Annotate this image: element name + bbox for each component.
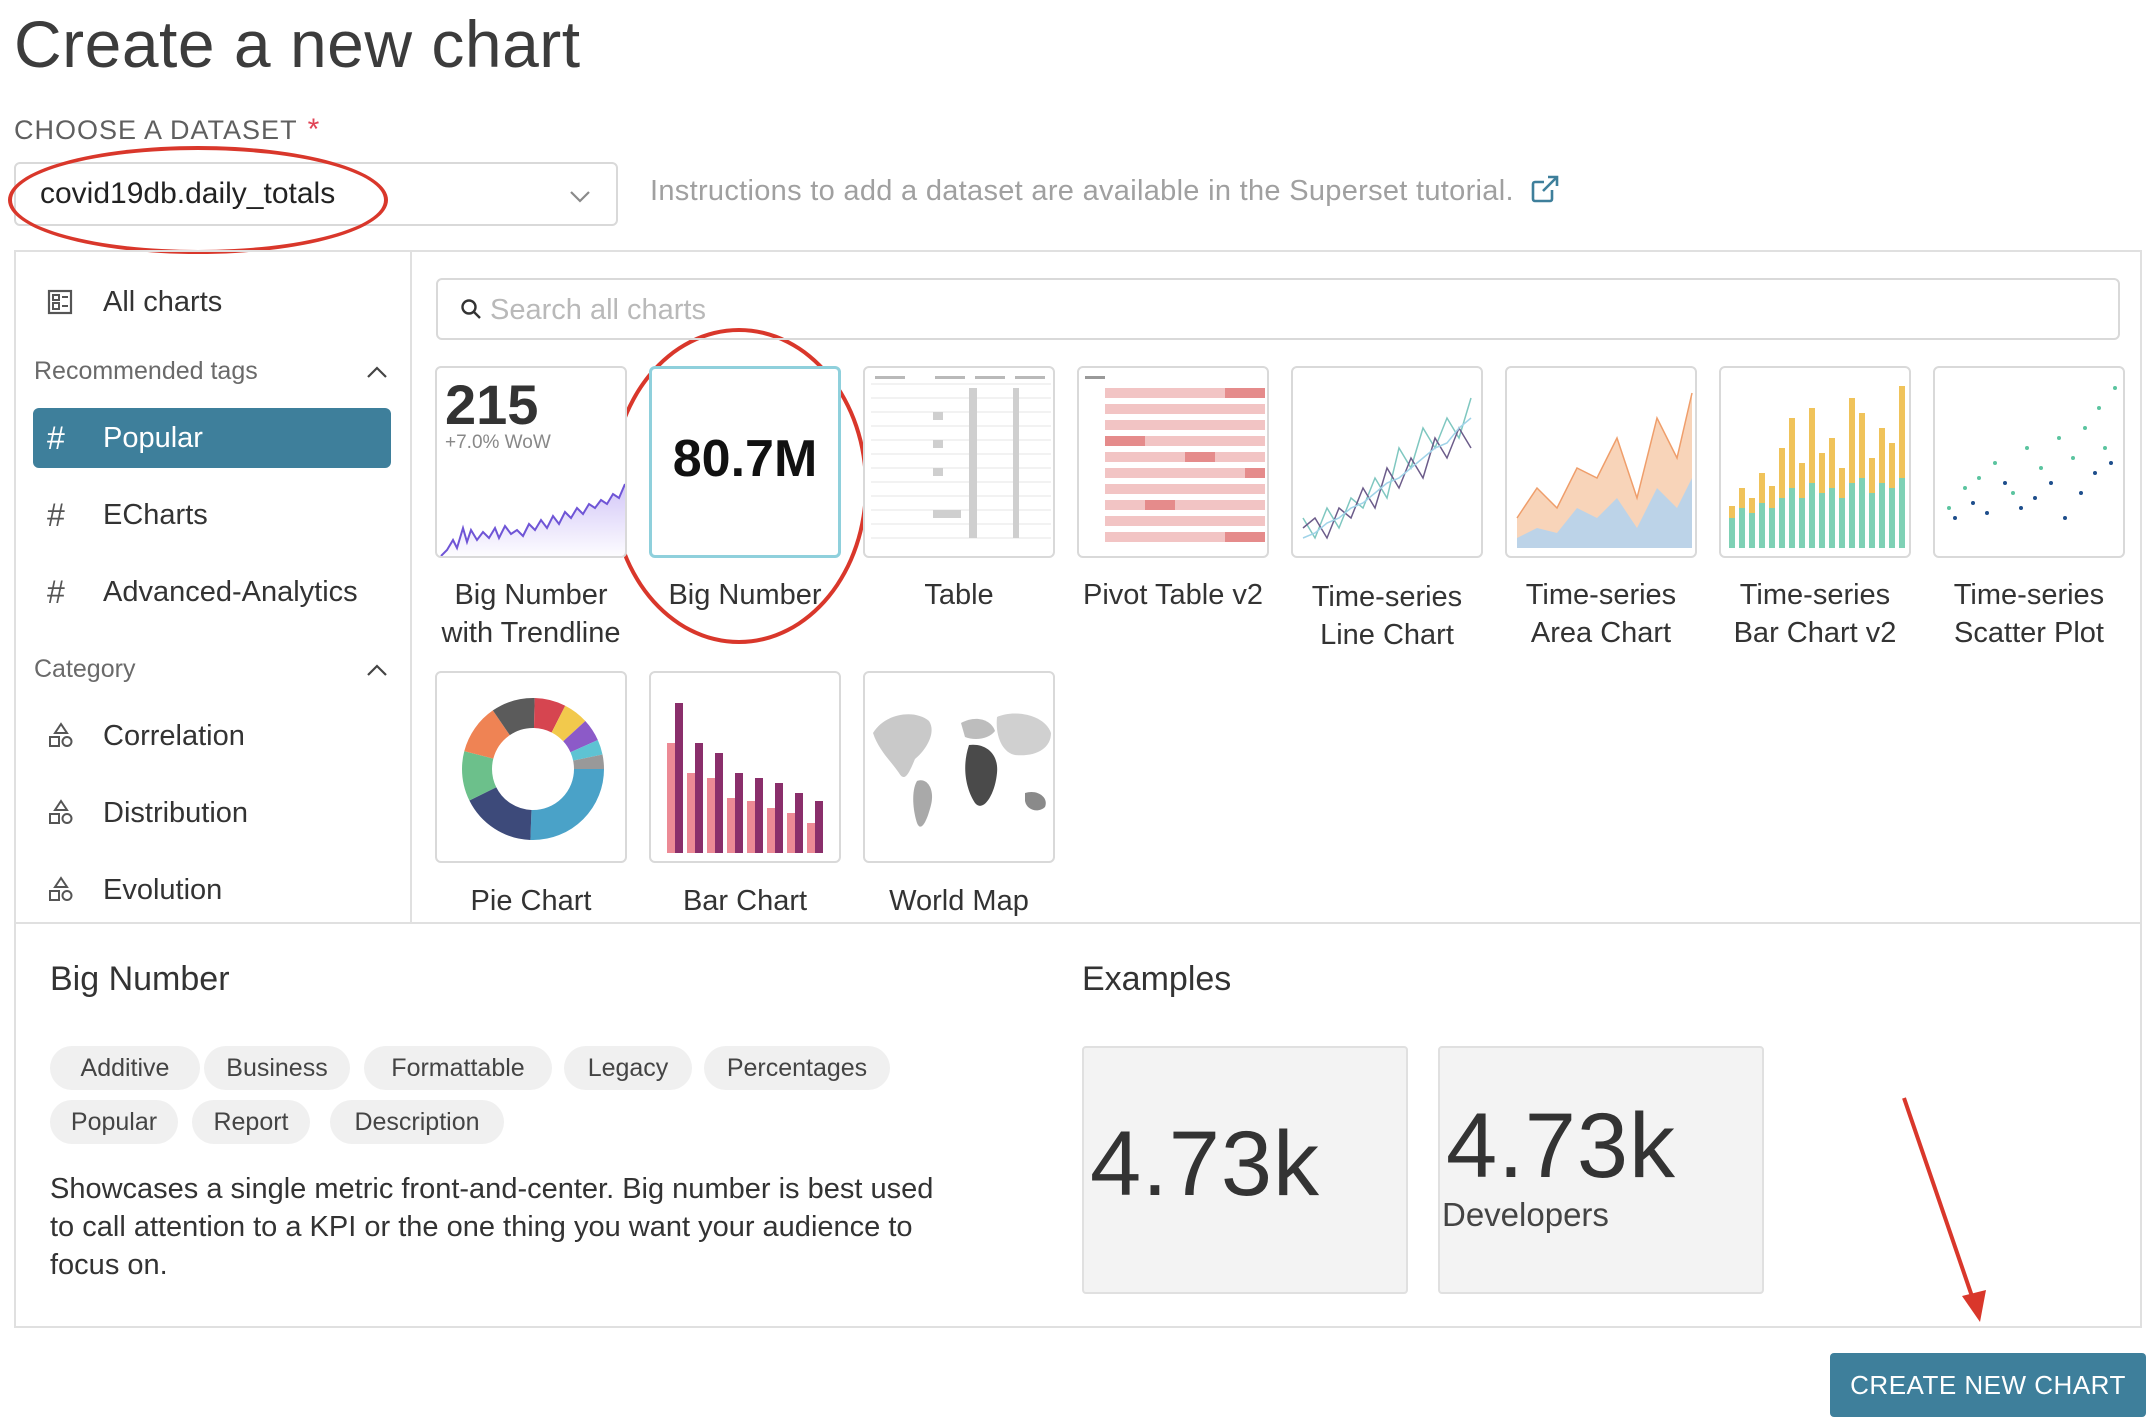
bar-v2-thumbnail [1729, 386, 1905, 548]
chart-name: Bar Chart [682, 885, 808, 917]
tag-chip: Description [330, 1100, 504, 1144]
dataset-select-value: covid19db.daily_totals [40, 177, 336, 210]
chart-name: Table [924, 579, 994, 611]
sidebar-item-distribution[interactable]: Distribution [33, 783, 391, 843]
chart-description: Showcases a single metric front-and-cent… [50, 1173, 934, 1281]
shapes-icon [47, 876, 87, 904]
chart-name: World Map [889, 885, 1029, 917]
chart-tile-bar[interactable] [649, 671, 841, 863]
chart-sidebar: All charts Recommended tags # Popular # … [16, 252, 412, 924]
chart-name: Time-series Bar Chart v2 [1733, 579, 1897, 649]
dataset-label: CHOOSE A DATASET * [14, 113, 320, 147]
chart-gallery: All charts Recommended tags # Popular # … [14, 250, 2142, 924]
thumb-big-sub: +7.0% WoW [445, 432, 551, 453]
scatter-thumbnail [1947, 386, 2117, 520]
world-map-thumbnail [873, 713, 1051, 827]
tag-chip: Formattable [364, 1046, 552, 1090]
chart-tile-big-number-trendline[interactable]: 215 +7.0% WoW [435, 366, 627, 558]
dataset-instructions-text: Instructions to add a dataset are availa… [650, 175, 1514, 207]
chart-tile-world-map[interactable] [863, 671, 1055, 863]
chart-tile-time-series-bar[interactable] [1719, 366, 1911, 558]
tag-chip: Popular [50, 1100, 178, 1144]
thumb-big-value: 215 [445, 373, 539, 436]
sidebar-item-label: All charts [103, 285, 223, 318]
sidebar-item-label: Popular [103, 421, 203, 454]
recommended-tags-label: Recommended tags [34, 357, 258, 385]
required-mark: * [307, 113, 321, 146]
dashboard-icon [47, 289, 87, 315]
thumb-big-value: 80.7M [672, 430, 818, 488]
pivot-thumbnail [1085, 376, 1265, 542]
example-label: Developers [1442, 1196, 1609, 1233]
chart-tile-time-series-area[interactable] [1505, 366, 1697, 558]
examples-title: Examples [1082, 960, 1232, 998]
chart-tile-pivot-table[interactable] [1077, 366, 1269, 558]
tag-chip: Business [204, 1046, 350, 1090]
external-link-icon[interactable] [1530, 174, 1560, 204]
sidebar-item-evolution[interactable]: Evolution [33, 860, 391, 920]
tag-chip: Report [192, 1100, 310, 1144]
chart-name: Pivot Table v2 [1082, 579, 1264, 611]
chart-tile-time-series-scatter[interactable] [1933, 366, 2125, 558]
chart-tile-time-series-line[interactable] [1291, 366, 1483, 558]
hash-icon: # [47, 496, 65, 533]
tag-chip: Percentages [704, 1046, 890, 1090]
sidebar-item-all-charts[interactable]: All charts [33, 272, 391, 332]
line-thumbnail [1302, 397, 1472, 540]
dataset-instructions[interactable]: Instructions to add a dataset are availa… [650, 174, 1560, 208]
chart-name: Big Number [668, 579, 822, 611]
example-thumbnail[interactable]: 4.73k [1082, 1046, 1408, 1294]
pie-thumbnail [462, 698, 604, 840]
chart-details-panel: Big Number Additive Business Formattable… [14, 922, 2142, 1328]
category-header[interactable]: Category [34, 655, 390, 684]
tag-chip: Legacy [564, 1046, 692, 1090]
trendline-thumbnail [440, 483, 625, 556]
search-icon [461, 299, 481, 319]
category-label: Category [34, 655, 136, 683]
search-input[interactable] [490, 288, 1990, 332]
table-thumbnail [871, 376, 1051, 539]
tag-chip: Additive [50, 1046, 200, 1090]
sidebar-item-correlation[interactable]: Correlation [33, 706, 391, 766]
chart-tile-table[interactable] [863, 366, 1055, 558]
chart-tile-pie[interactable] [435, 671, 627, 863]
chart-name: Big Number with Trendline [441, 579, 621, 649]
sidebar-item-label: Evolution [103, 873, 223, 906]
create-new-chart-button[interactable]: CREATE NEW CHART [1830, 1353, 2146, 1417]
recommended-tags-header[interactable]: Recommended tags [34, 357, 390, 386]
area-thumbnail [1516, 392, 1693, 548]
chevron-up-icon[interactable] [364, 660, 390, 680]
example-thumbnail[interactable]: 4.73k Developers [1438, 1046, 1764, 1294]
sidebar-item-advanced-analytics[interactable]: # Advanced-Analytics [33, 562, 391, 622]
chart-name: Time-series Scatter Plot [1953, 579, 2105, 649]
chevron-down-icon [570, 191, 590, 203]
shapes-icon [47, 799, 87, 827]
hash-icon: # [47, 419, 65, 456]
dataset-label-text: CHOOSE A DATASET [14, 115, 298, 145]
sidebar-item-echarts[interactable]: # ECharts [33, 485, 391, 545]
sidebar-item-popular[interactable]: # Popular [33, 408, 391, 468]
chart-name: Time-series Area Chart [1525, 579, 1677, 649]
selected-chart-title: Big Number [50, 960, 230, 998]
sidebar-item-label: ECharts [103, 498, 208, 531]
chevron-up-icon[interactable] [364, 362, 390, 382]
chart-search [436, 278, 2120, 340]
sidebar-item-label: Distribution [103, 796, 249, 829]
chart-name: Time-series Line Chart [1311, 581, 1463, 651]
chart-tile-big-number[interactable]: 80.7M [649, 366, 841, 558]
hash-icon: # [47, 573, 65, 610]
shapes-icon [47, 722, 87, 750]
example-value: 4.73k [1090, 1113, 1321, 1215]
sidebar-item-label: Correlation [103, 719, 245, 752]
bar-thumbnail [667, 703, 823, 853]
dataset-select[interactable]: covid19db.daily_totals [14, 162, 618, 226]
sidebar-item-label: Advanced-Analytics [103, 575, 358, 608]
chart-name: Pie Chart [470, 885, 592, 917]
example-value: 4.73k [1446, 1095, 1677, 1197]
page-title: Create a new chart [14, 7, 581, 81]
